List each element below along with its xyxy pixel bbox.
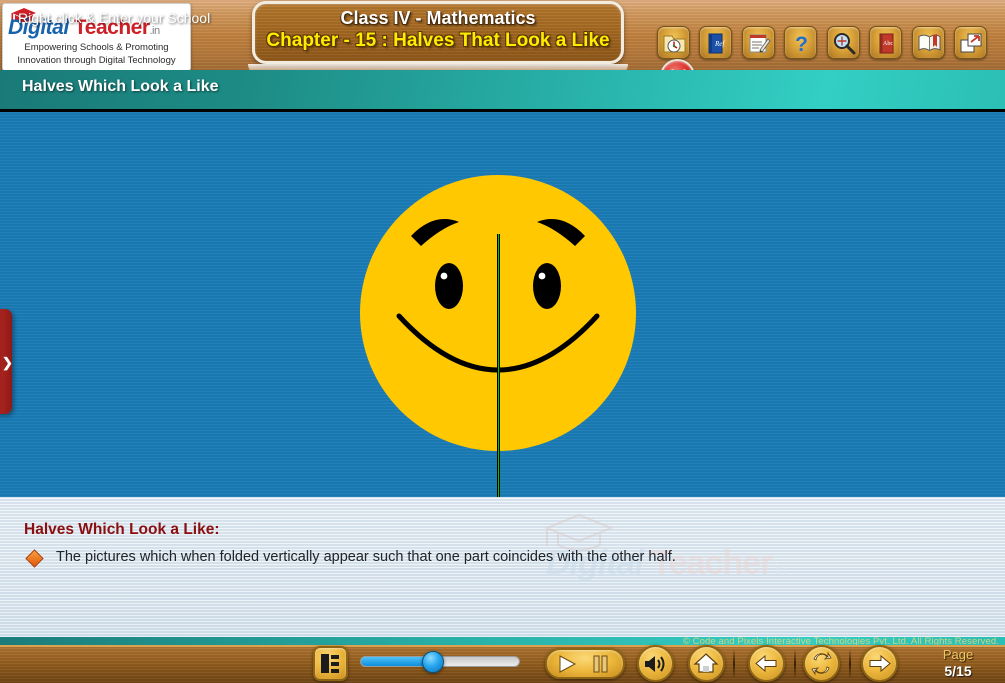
previous-arrow-icon[interactable] <box>748 645 785 682</box>
play-icon[interactable] <box>555 653 579 675</box>
bullet-text: The pictures which when folded verticall… <box>56 549 676 565</box>
reference-book-icon[interactable]: Ref <box>699 26 733 59</box>
magnifier-zoom-icon[interactable] <box>826 26 860 59</box>
chapter-title: Chapter - 15 : Halves That Look a Like <box>266 30 610 51</box>
home-icon[interactable] <box>688 645 725 682</box>
page-label: Page <box>942 647 974 662</box>
logo-tagline-line2: Innovation through Digital Technology <box>17 55 176 66</box>
progress-slider-knob[interactable] <box>422 651 444 673</box>
clock-folder-icon[interactable] <box>657 26 690 59</box>
abc-dictionary-icon[interactable]: Abc <box>869 26 903 59</box>
section-title: Halves Which Look a Like <box>22 78 219 95</box>
chevron-right-icon: ❯ <box>2 355 13 370</box>
page-number: 5/15 <box>944 663 972 679</box>
content-stage: ❯ <box>0 112 1005 497</box>
panel-heading: Halves Which Look a Like: <box>24 521 220 538</box>
pause-icon[interactable] <box>591 654 611 676</box>
svg-text:Ref: Ref <box>714 40 725 48</box>
class-subject-title: Class IV - Mathematics <box>340 8 536 28</box>
svg-text:Abc: Abc <box>883 41 893 47</box>
chapter-title-plaque: Class IV - Mathematics Chapter - 15 : Ha… <box>252 1 624 64</box>
vertical-symmetry-line <box>497 234 500 497</box>
open-book-icon[interactable] <box>911 26 945 59</box>
refresh-replay-icon[interactable] <box>803 645 840 682</box>
explanation-panel <box>0 497 1005 637</box>
application-window: Digital Teacher.in Empowering Schools & … <box>0 0 1005 683</box>
logo-tagline-line1: Empowering Schools & Promoting <box>24 42 169 53</box>
section-title-bar: Halves Which Look a Like <box>0 70 1005 112</box>
volume-speaker-icon[interactable] <box>637 645 674 682</box>
footer-divider-2 <box>794 650 796 678</box>
help-question-icon[interactable]: ? <box>784 26 818 59</box>
restore-window-icon[interactable] <box>954 26 988 59</box>
footer-divider-3 <box>849 650 851 678</box>
svg-text:?: ? <box>795 33 808 56</box>
logo-domain: .in <box>149 25 161 37</box>
left-flyout-tab[interactable]: ❯ <box>0 309 13 414</box>
school-entry-hint: Right click & Enter your School <box>18 10 211 26</box>
footer-divider-1 <box>733 650 735 678</box>
next-arrow-icon[interactable] <box>861 645 898 682</box>
sitemap-index-icon[interactable] <box>313 646 348 681</box>
notes-pencil-icon[interactable] <box>741 26 775 59</box>
play-pause-group <box>545 648 625 679</box>
top-toolbar: Ref ? Abc <box>657 26 1005 94</box>
